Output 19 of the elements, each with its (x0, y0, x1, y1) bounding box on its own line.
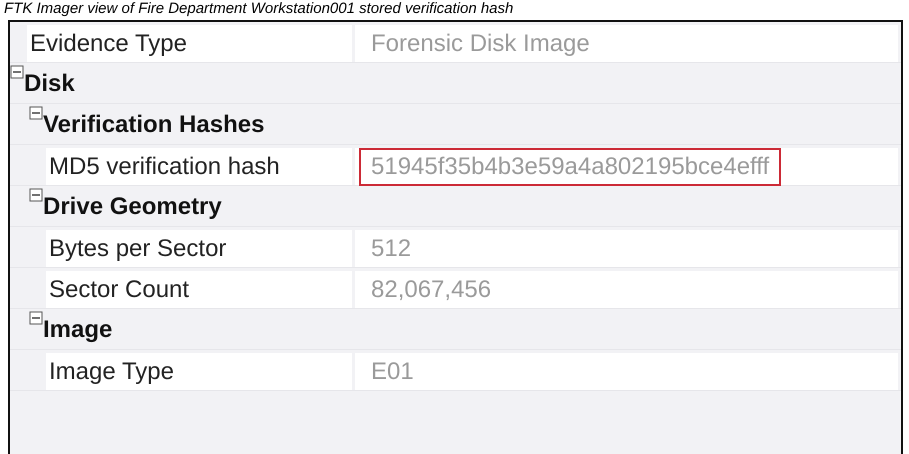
category-label: Verification Hashes (43, 110, 264, 140)
category-label: Image (43, 315, 112, 345)
property-label: Sector Count (49, 276, 190, 304)
category-label: Drive Geometry (43, 192, 222, 222)
collapse-icon[interactable] (29, 188, 43, 202)
property-value: 82,067,456 (370, 274, 492, 304)
collapse-icon[interactable] (10, 65, 24, 79)
property-label: MD5 verification hash (49, 152, 280, 180)
property-value: 51945f35b4b3e59a4a802195bce4efff (359, 148, 782, 186)
category-label: Disk (24, 69, 75, 99)
property-label: Image Type (49, 358, 174, 386)
figure-caption: FTK Imager view of Fire Department Workstation001 stored verification hash (3, 0, 514, 18)
property-label: Evidence Type (30, 30, 187, 58)
collapse-icon[interactable] (29, 311, 43, 325)
property-value: E01 (370, 356, 415, 386)
property-value: 512 (370, 234, 412, 264)
property-label: Bytes per Sector (49, 234, 226, 262)
collapse-icon[interactable] (29, 106, 43, 120)
property-value: Forensic Disk Image (370, 28, 591, 58)
